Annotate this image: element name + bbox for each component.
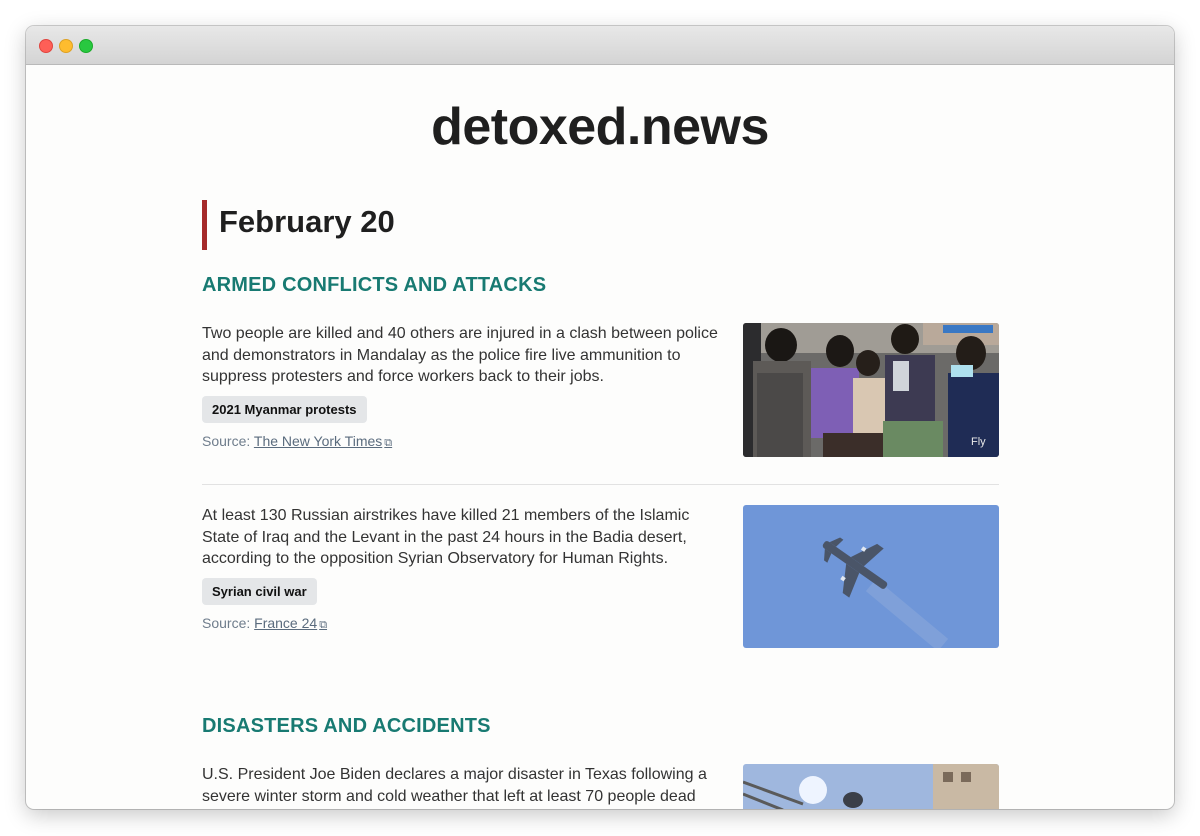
browser-window: detoxed.news February 20 ARMED CONFLICTS… [26, 26, 1174, 809]
minimize-window-button[interactable] [59, 39, 73, 53]
protest-crowd-photo: Fly [743, 323, 999, 457]
story-item: At least 130 Russian airstrikes have kil… [202, 505, 999, 648]
story-source: Source: The New York Times ⧉ [202, 433, 392, 450]
fighter-jet-photo [743, 505, 999, 648]
page-content: detoxed.news February 20 ARMED CONFLICTS… [26, 65, 1174, 809]
source-label: Source: [202, 615, 255, 631]
story-divider [202, 484, 999, 485]
zoom-window-button[interactable] [79, 39, 93, 53]
story-text: Two people are killed and 40 others are … [202, 325, 718, 385]
source-link[interactable]: The New York Times ⧉ [254, 433, 392, 449]
external-link-icon: ⧉ [384, 437, 393, 449]
story-item: U.S. President Joe Biden declares a majo… [202, 764, 999, 809]
source-label: Source: [202, 433, 254, 449]
title-bar [26, 26, 1174, 65]
story-text: At least 130 Russian airstrikes have kil… [202, 507, 690, 567]
topic-tag[interactable]: Syrian civil war [202, 578, 317, 605]
story-text: U.S. President Joe Biden declares a majo… [202, 766, 707, 805]
site-title[interactable]: detoxed.news [26, 97, 1174, 157]
story-image-fighter-jet[interactable] [743, 505, 999, 648]
svg-text:Fly: Fly [971, 436, 986, 448]
close-window-button[interactable] [39, 39, 53, 53]
story-image-winter-storm[interactable] [743, 764, 999, 809]
category-heading-disasters: DISASTERS AND ACCIDENTS [202, 715, 491, 737]
date-heading: February 20 [202, 200, 395, 250]
category-heading-armed-conflicts: ARMED CONFLICTS AND ATTACKS [202, 274, 547, 296]
story-item: Two people are killed and 40 others are … [202, 323, 999, 458]
story-image-protest[interactable]: Fly [743, 323, 999, 457]
external-link-icon: ⧉ [319, 619, 328, 631]
winter-storm-photo [743, 764, 999, 809]
story-source: Source: France 24 ⧉ [202, 615, 327, 632]
source-link[interactable]: France 24 ⧉ [254, 615, 327, 631]
topic-tag[interactable]: 2021 Myanmar protests [202, 396, 367, 423]
